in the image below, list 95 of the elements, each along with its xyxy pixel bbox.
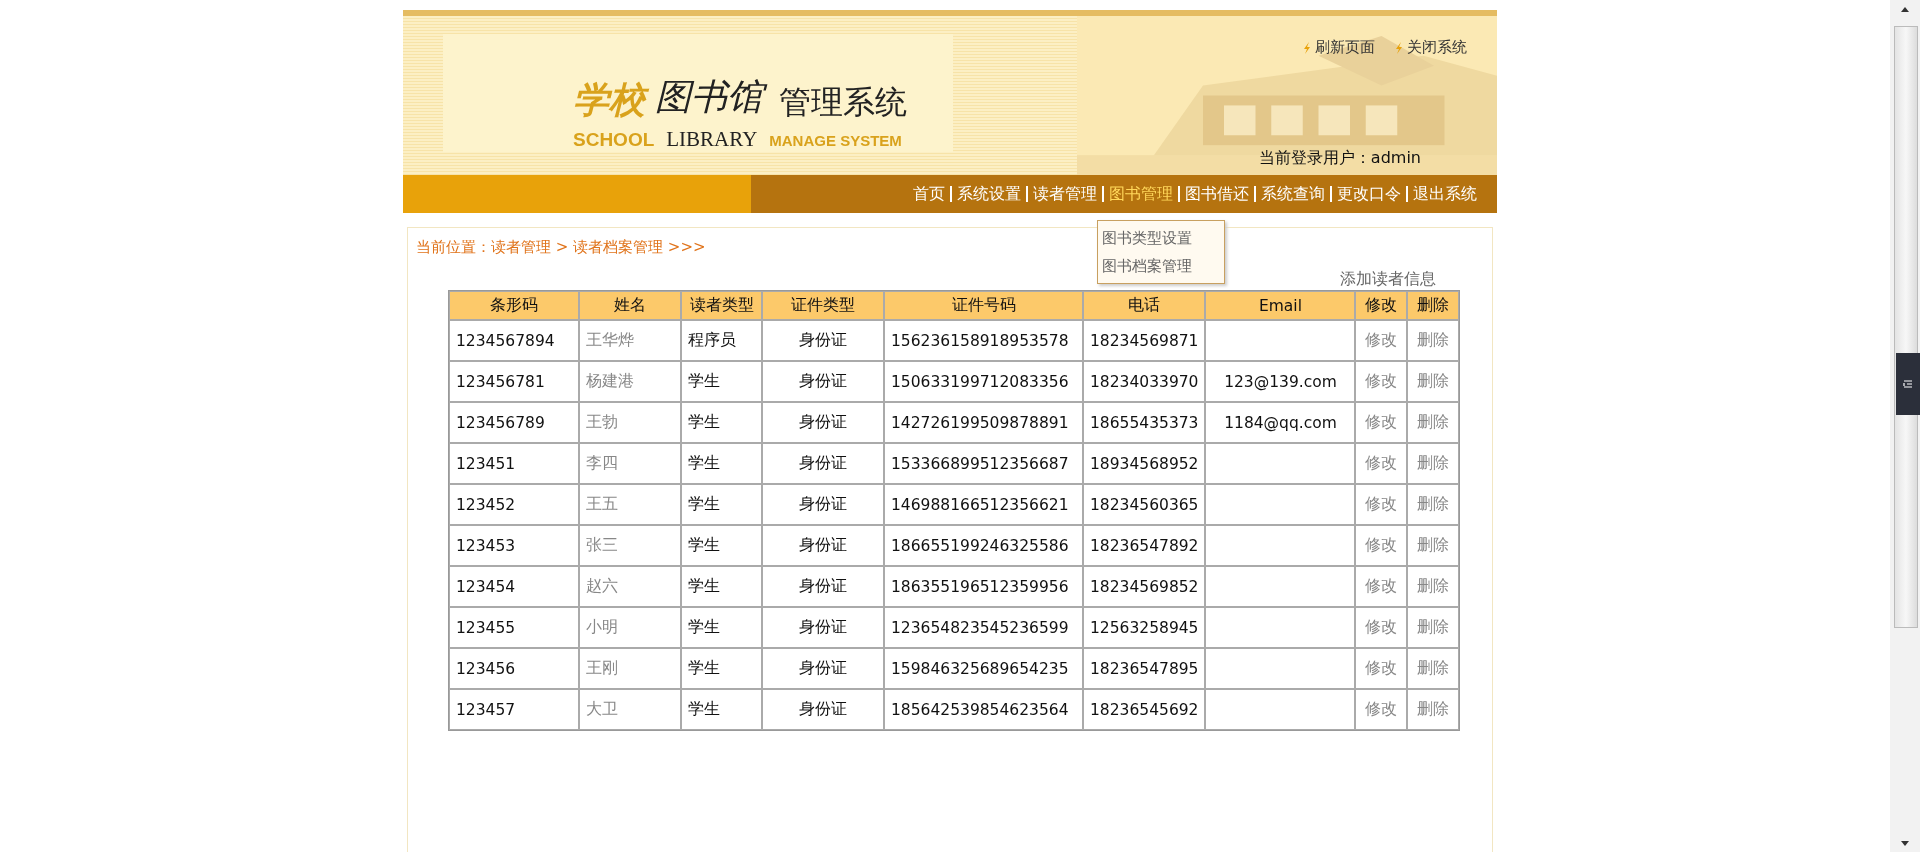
reader-name-link[interactable]: 王勃 [586, 413, 618, 431]
table-cell: 142726199509878891 [891, 413, 1069, 432]
table-cell: 18236547892 [1090, 536, 1199, 555]
scroll-thumb[interactable] [1894, 26, 1918, 628]
header-link[interactable]: 刷新页面 [1303, 38, 1375, 57]
reader-name-link[interactable]: 赵六 [586, 577, 618, 595]
nav-item[interactable]: 图书借还 [1178, 186, 1249, 202]
table-cell: 身份证 [799, 495, 847, 513]
table-cell: 146988166512356621 [891, 495, 1069, 514]
table-cell: 123457 [456, 700, 516, 719]
table-cell: 186655199246325586 [891, 536, 1069, 555]
bolt-icon [1395, 41, 1403, 54]
reader-name-link[interactable]: 王刚 [586, 659, 618, 677]
table-cell: 123456 [456, 659, 516, 678]
table-cell: 身份证 [799, 372, 847, 390]
table-cell: 1234567894 [456, 331, 555, 350]
reader-name-link[interactable]: 小明 [586, 618, 618, 636]
nav-item[interactable]: 更改口令 [1330, 186, 1401, 202]
table-cell: 153366899512356687 [891, 454, 1069, 473]
table-cell: 学生 [688, 536, 720, 554]
reader-name-link[interactable]: 张三 [586, 536, 618, 554]
column-header: 删除 [1407, 291, 1460, 320]
table-cell: 159846325689654235 [891, 659, 1069, 678]
table-cell: 185642539854623564 [891, 700, 1069, 719]
table-cell: 学生 [688, 577, 720, 595]
column-header: 证件类型 [762, 291, 884, 320]
table-cell: 身份证 [799, 659, 847, 677]
column-header: 姓名 [579, 291, 681, 320]
logo-library-text: 图书馆 [653, 74, 771, 125]
table-cell: 身份证 [799, 577, 847, 595]
table-cell: 身份证 [799, 536, 847, 554]
nav-item[interactable]: 系统查询 [1254, 186, 1325, 202]
scrollbar[interactable] [1890, 0, 1920, 852]
table-cell: 18234569852 [1090, 577, 1199, 596]
reader-name-link[interactable]: 大卫 [586, 700, 618, 718]
column-header: 电话 [1083, 291, 1206, 320]
table-cell: 150633199712083356 [891, 372, 1069, 391]
current-user-label: 当前登录用户：admin [1258, 148, 1421, 169]
table-cell: 123456781 [456, 372, 545, 391]
table-cell: 18655435373 [1090, 413, 1199, 432]
table-cell: 123654823545236599 [891, 618, 1069, 637]
table-cell: 身份证 [799, 413, 847, 431]
table-cell: 学生 [688, 618, 720, 636]
table-cell: 学生 [688, 700, 720, 718]
column-header: 条形码 [449, 291, 579, 320]
table-cell: 123455 [456, 618, 516, 637]
table-cell: 18934568952 [1090, 454, 1199, 473]
table-cell: 学生 [688, 413, 720, 431]
table-cell: 18234569871 [1090, 331, 1199, 350]
table-cell: 1184@qq.com [1224, 413, 1337, 432]
side-tab-icon[interactable] [1896, 353, 1920, 415]
logo-manage-text: 管理系统 [779, 81, 907, 123]
column-header: 修改 [1355, 291, 1408, 320]
table-cell: 156236158918953578 [891, 331, 1069, 350]
scroll-down-icon[interactable] [1901, 840, 1909, 846]
nav-item[interactable]: 系统设置 [950, 186, 1021, 202]
table-cell: 学生 [688, 495, 720, 513]
scroll-up-icon[interactable] [1901, 6, 1909, 12]
table-cell: 186355196512359956 [891, 577, 1069, 596]
logo-school-en: SCHOOL [573, 128, 655, 151]
table-cell: 身份证 [799, 331, 847, 349]
table-cell: 18236547895 [1090, 659, 1199, 678]
column-header: Email [1205, 291, 1356, 320]
add-reader-link[interactable]: 添加读者信息 [1340, 269, 1436, 290]
reader-name-link[interactable]: 李四 [586, 454, 618, 472]
bolt-icon [1303, 41, 1311, 54]
reader-name-link[interactable]: 王五 [586, 495, 618, 513]
nav-item[interactable]: 退出系统 [1406, 186, 1477, 202]
table-cell: 身份证 [799, 700, 847, 718]
table-cell: 程序员 [688, 331, 736, 349]
header-link[interactable]: 关闭系统 [1395, 38, 1467, 57]
table-cell: 学生 [688, 372, 720, 390]
logo-manage-en: MANAGE SYSTEM [769, 131, 902, 149]
table-cell: 学生 [688, 454, 720, 472]
table-cell: 身份证 [799, 618, 847, 636]
column-header: 证件号码 [884, 291, 1083, 320]
nav-item[interactable]: 首页 [913, 183, 945, 205]
table-cell: 123451 [456, 454, 516, 473]
table-cell: 12563258945 [1090, 618, 1199, 637]
logo-library-en: LIBRARY [666, 126, 758, 152]
column-header: 读者类型 [681, 291, 762, 320]
dropdown-item[interactable]: 图书档案管理 [1102, 252, 1220, 280]
table-cell: 123456789 [456, 413, 545, 432]
table-cell: 学生 [688, 659, 720, 677]
table-cell: 身份证 [799, 454, 847, 472]
table-cell: 123@139.com [1224, 372, 1337, 391]
nav-item[interactable]: 图书管理 [1102, 186, 1173, 202]
table-cell: 123453 [456, 536, 516, 555]
table-cell: 123452 [456, 495, 516, 514]
table-cell: 18236545692 [1090, 700, 1199, 719]
table-cell: 123454 [456, 577, 516, 596]
table-cell: 18234560365 [1090, 495, 1199, 514]
dropdown-item[interactable]: 图书类型设置 [1102, 224, 1220, 252]
table-cell: 18234033970 [1090, 372, 1199, 391]
nav-item[interactable]: 读者管理 [1026, 186, 1097, 202]
